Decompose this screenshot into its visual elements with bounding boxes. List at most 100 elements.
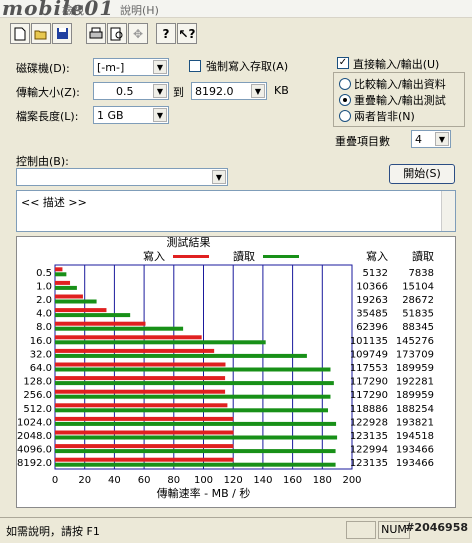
bar-read bbox=[55, 272, 67, 277]
menu-view[interactable]: 檢視 bbox=[62, 2, 84, 18]
read-col-header: 讀取 bbox=[412, 249, 434, 263]
drive-label: 磁碟機(D): bbox=[16, 62, 70, 75]
save-icon[interactable] bbox=[52, 23, 72, 44]
write-value: 35485 bbox=[356, 309, 388, 320]
bar-write bbox=[55, 267, 63, 272]
kb-unit: KB bbox=[274, 84, 289, 97]
write-value: 19263 bbox=[356, 295, 388, 306]
read-value: 7838 bbox=[409, 268, 434, 279]
radio-overlap[interactable] bbox=[339, 94, 351, 106]
bar-write bbox=[55, 389, 226, 394]
read-value: 194518 bbox=[396, 431, 434, 442]
transfer-from-select[interactable]: 0.5 ▼ bbox=[93, 82, 169, 100]
bar-write bbox=[55, 280, 71, 285]
read-value: 189959 bbox=[396, 390, 434, 401]
status-panel-empty bbox=[346, 521, 376, 539]
read-value: 88345 bbox=[402, 322, 434, 333]
direct-io-checkbox[interactable]: ✓ bbox=[337, 57, 349, 69]
write-value: 101135 bbox=[350, 336, 388, 347]
write-value: 117290 bbox=[350, 377, 388, 388]
x-tick-label: 120 bbox=[224, 475, 243, 486]
bar-read bbox=[55, 449, 336, 454]
y-category-label: 64.0 bbox=[30, 363, 52, 374]
file-length-select[interactable]: 1 GB ▼ bbox=[93, 106, 169, 124]
menu-help[interactable]: 說明(H) bbox=[120, 2, 159, 18]
description-textarea[interactable]: << 描述 >> bbox=[16, 190, 456, 232]
start-button[interactable]: 開始(S) bbox=[389, 164, 455, 184]
x-tick-label: 100 bbox=[194, 475, 213, 486]
chevron-down-icon: ▼ bbox=[251, 84, 265, 98]
x-tick-label: 80 bbox=[167, 475, 180, 486]
bar-read bbox=[55, 353, 307, 358]
x-tick-label: 20 bbox=[78, 475, 91, 486]
bar-read bbox=[55, 408, 329, 413]
read-value: 193466 bbox=[396, 445, 434, 456]
bar-write bbox=[55, 348, 215, 353]
y-category-label: 4096.0 bbox=[17, 445, 52, 456]
write-value: 123135 bbox=[350, 431, 388, 442]
read-value: 173709 bbox=[396, 349, 434, 360]
direct-io-label: 直接輸入/輸出(U) bbox=[353, 58, 440, 71]
bar-read bbox=[55, 285, 77, 290]
to-label: 到 bbox=[173, 86, 184, 99]
read-value: 189959 bbox=[396, 363, 434, 374]
x-tick-label: 160 bbox=[283, 475, 302, 486]
y-category-label: 32.0 bbox=[30, 349, 52, 360]
y-category-label: 512.0 bbox=[23, 404, 52, 415]
read-value: 188254 bbox=[396, 404, 434, 415]
description-text: << 描述 >> bbox=[21, 196, 87, 209]
bar-write bbox=[55, 430, 234, 435]
queue-depth-label: 重疊項目數 bbox=[335, 135, 390, 148]
read-value: 15104 bbox=[402, 281, 434, 292]
bar-write bbox=[55, 457, 234, 462]
write-col-header: 寫入 bbox=[366, 249, 388, 263]
bar-read bbox=[55, 367, 331, 372]
preview-icon[interactable] bbox=[107, 23, 127, 44]
open-icon[interactable] bbox=[31, 23, 51, 44]
bar-read bbox=[55, 394, 331, 399]
results-chart-svg: 測試結果寫入 讀取 寫入 讀取 0 20 40 60 80 100 120 140 160 180 200 傳… bbox=[17, 235, 434, 500]
print-icon[interactable] bbox=[86, 23, 106, 44]
read-value: 51835 bbox=[402, 309, 434, 320]
y-category-label: 8.0 bbox=[36, 322, 52, 333]
legend-read-swatch bbox=[263, 255, 299, 258]
write-value: 109749 bbox=[350, 349, 388, 360]
y-category-label: 2048.0 bbox=[17, 431, 52, 442]
new-icon[interactable] bbox=[10, 23, 30, 44]
write-value: 117290 bbox=[350, 390, 388, 401]
bar-read bbox=[55, 326, 184, 331]
queue-depth-select[interactable]: 4 ▼ bbox=[411, 130, 451, 148]
context-help-icon[interactable]: ↖? bbox=[177, 23, 197, 44]
radio-compare[interactable] bbox=[339, 78, 351, 90]
controlled-by-label: 控制由(B): bbox=[16, 155, 69, 168]
x-tick-label: 200 bbox=[342, 475, 361, 486]
chevron-down-icon: ▼ bbox=[212, 170, 226, 184]
controlled-by-select[interactable]: ▼ bbox=[16, 168, 228, 186]
y-category-label: 4.0 bbox=[36, 309, 52, 320]
write-value: 62396 bbox=[356, 322, 388, 333]
bar-write bbox=[55, 321, 146, 326]
chevron-down-icon: ▼ bbox=[435, 132, 449, 146]
move-icon[interactable]: ✥ bbox=[128, 23, 148, 44]
transfer-to-select[interactable]: 8192.0 ▼ bbox=[191, 82, 267, 100]
help-icon[interactable]: ? bbox=[156, 23, 176, 44]
toolbar: ✥ ? ↖? bbox=[10, 23, 210, 45]
force-write-checkbox[interactable] bbox=[189, 60, 201, 72]
y-category-label: 1.0 bbox=[36, 281, 52, 292]
legend-read-label: 讀取 bbox=[233, 249, 255, 263]
bar-write bbox=[55, 376, 226, 381]
vertical-scrollbar[interactable] bbox=[441, 191, 455, 231]
y-category-label: 16.0 bbox=[30, 336, 52, 347]
radio-neither[interactable] bbox=[339, 110, 351, 122]
x-axis-label: 傳輸速率 - MB / 秒 bbox=[157, 486, 251, 500]
write-value: 122928 bbox=[350, 417, 388, 428]
bar-write bbox=[55, 335, 202, 340]
y-category-label: 0.5 bbox=[36, 268, 52, 279]
y-category-label: 8192.0 bbox=[17, 458, 52, 469]
bar-write bbox=[55, 308, 107, 313]
radio-overlap-label: 重疊輸入/輸出測試 bbox=[354, 94, 446, 107]
y-category-label: 1024.0 bbox=[17, 417, 52, 428]
drive-select[interactable]: [-m-] ▼ bbox=[93, 58, 169, 76]
status-help-text: 如需說明，請按 F1 bbox=[6, 525, 100, 538]
bar-write bbox=[55, 403, 228, 408]
